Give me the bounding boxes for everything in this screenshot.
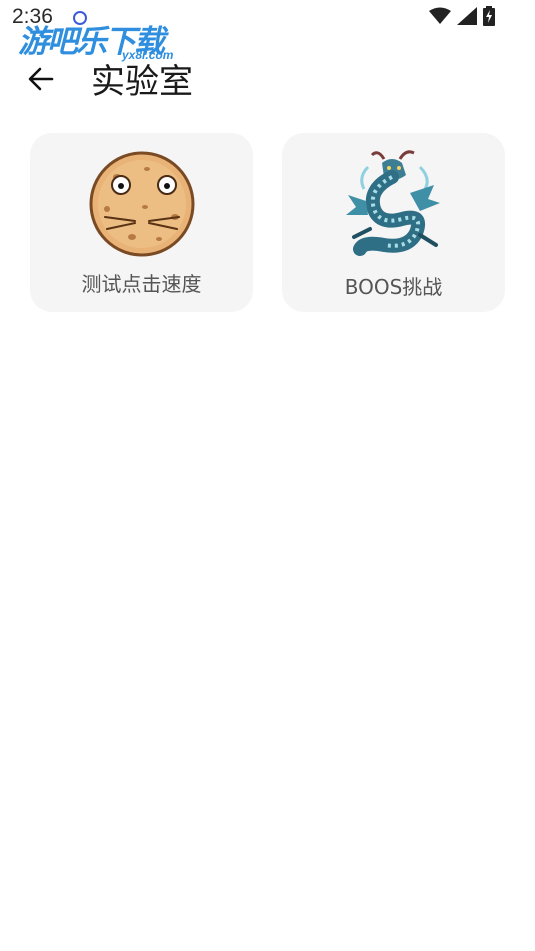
status-icons [429, 6, 495, 26]
page-title: 实验室 [91, 62, 193, 102]
card-label-click-speed: 测试点击速度 [81, 272, 202, 296]
dragon-image [345, 150, 440, 256]
wifi-icon [429, 7, 451, 24]
cell-signal-icon [457, 7, 477, 25]
card-click-speed-test[interactable]: 测试点击速度 [30, 133, 253, 312]
back-button[interactable] [24, 62, 58, 96]
cookie-face-image [89, 151, 194, 257]
arrow-left-icon [28, 67, 54, 91]
app-bar: 实验室 [0, 50, 535, 106]
card-label-boss-challenge: BOOS挑战 [344, 275, 443, 299]
battery-charging-icon [483, 6, 495, 26]
card-boss-challenge[interactable]: BOOS挑战 [282, 133, 505, 312]
